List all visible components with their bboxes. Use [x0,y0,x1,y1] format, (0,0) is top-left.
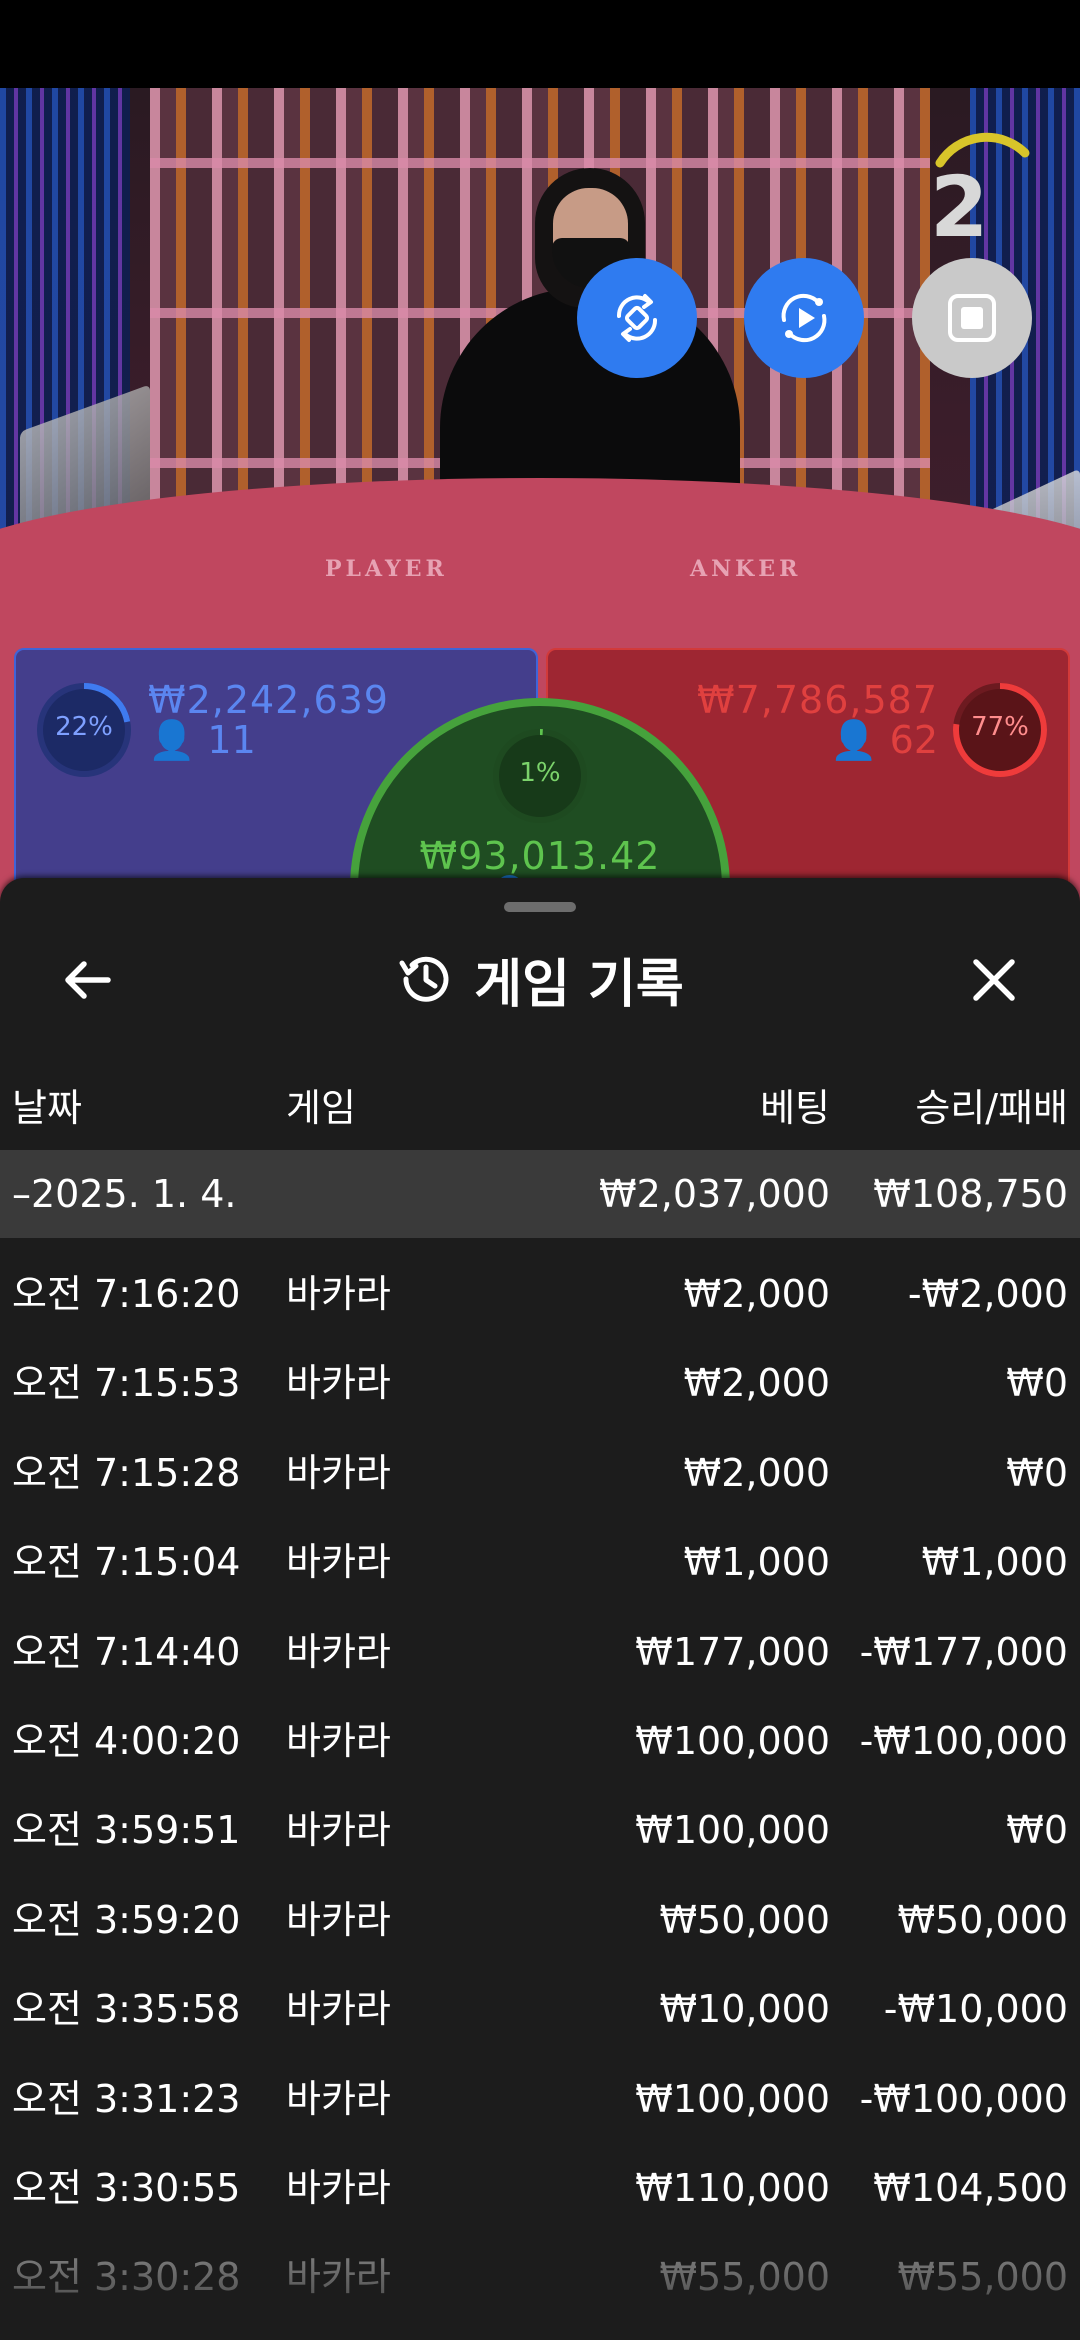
player-bettor-count-value: 11 [207,718,256,762]
row-time: 오전 7:15:04 [12,1540,241,1585]
sheet-drag-handle[interactable] [504,902,576,912]
row-time: 오전 3:30:28 [12,2255,241,2300]
row-result: ₩0 [1006,1361,1068,1406]
date-group-row[interactable]: –2025. 1. 4. ₩2,037,000 ₩108,750 [0,1150,1080,1238]
history-row[interactable]: 오전 4:00:20 바카라 ₩100,000 -₩100,000 [0,1697,1080,1786]
tie-percent: 1% [519,758,561,788]
row-result: ₩104,500 [873,2165,1068,2210]
replay-video-icon [781,293,827,343]
stop-video-button[interactable] [912,258,1032,378]
row-game: 바카라 [286,1808,391,1853]
history-row[interactable]: 오전 3:30:28 바카라 ₩55,000 ₩55,000 [0,2233,1080,2322]
row-bet: ₩10,000 [659,1987,830,2032]
group-bet-total: ₩2,037,000 [599,1172,830,1216]
live-video-stream[interactable]: PLAYER ANKER 2 22% ₩2,242,639 👤 11 ₩7,78… [0,88,1080,908]
player-bet-amount: ₩2,242,639 [148,678,389,722]
row-result: ₩55,000 [897,2255,1068,2300]
row-bet: ₩2,000 [683,1361,830,1406]
row-time: 오전 7:15:53 [12,1361,241,1406]
replay-video-button[interactable] [744,258,864,378]
close-icon [973,959,1015,1001]
group-result-total: ₩108,750 [873,1172,1068,1216]
banker-bettor-count: 👤 62 [830,718,938,763]
row-bet: ₩55,000 [659,2255,830,2300]
row-result: -₩177,000 [859,1629,1068,1674]
row-result: -₩100,000 [859,1718,1068,1763]
row-time: 오전 7:15:28 [12,1450,241,1495]
row-time: 오전 3:59:20 [12,1897,241,1942]
person-icon: 👤 [830,718,878,762]
row-game: 바카라 [286,1361,391,1406]
row-game: 바카라 [286,1450,391,1495]
row-bet: ₩50,000 [659,1897,830,1942]
row-time: 오전 3:59:51 [12,1808,241,1853]
history-row[interactable]: 오전 3:59:20 바카라 ₩50,000 ₩50,000 [0,1876,1080,1965]
tie-bet-amount: ₩93,013.42 [419,834,661,878]
close-button[interactable] [962,948,1026,1012]
row-result: ₩50,000 [897,1897,1068,1942]
table-label-player: PLAYER [325,556,448,582]
row-game: 바카라 [286,1897,391,1942]
row-result: -₩10,000 [883,1987,1068,2032]
row-time: 오전 3:31:23 [12,2076,241,2121]
column-header-bet: 베팅 [760,1086,830,1130]
sheet-title: 게임 기록 [474,954,684,1015]
stop-icon [948,294,996,342]
status-bar [0,0,1080,88]
row-time: 오전 7:16:20 [12,1272,241,1316]
history-icon [399,956,449,1002]
row-bet: ₩100,000 [635,1718,830,1763]
row-game: 바카라 [286,2076,391,2121]
history-row[interactable]: 오전 7:15:53 바카라 ₩2,000 ₩0 [0,1339,1080,1428]
row-game: 바카라 [286,1718,391,1763]
row-game: 바카라 [286,2165,391,2210]
row-bet: ₩2,000 [683,1450,830,1495]
row-result: -₩2,000 [907,1272,1068,1316]
history-row[interactable]: 오전 3:59:51 바카라 ₩100,000 ₩0 [0,1786,1080,1875]
row-bet: ₩1,000 [683,1540,830,1585]
table-label-banker: ANKER [690,556,802,582]
person-icon: 👤 [148,718,196,762]
column-header-result: 승리/패배 [915,1086,1068,1130]
history-row[interactable]: 오전 3:30:55 바카라 ₩110,000 ₩104,500 [0,2144,1080,2233]
group-date: –2025. 1. 4. [12,1172,237,1216]
history-row[interactable]: 오전 7:15:04 바카라 ₩1,000 ₩1,000 [0,1518,1080,1607]
banker-bettor-count-value: 62 [889,718,938,762]
countdown-timer: 2 [930,158,989,256]
row-bet: ₩110,000 [635,2165,830,2210]
game-history-sheet: 게임 기록 날짜 게임 베팅 승리/패배 –2025. 1. 4. ₩2,037… [0,878,1080,2340]
player-bettor-count: 👤 11 [148,718,256,763]
row-bet: ₩2,000 [683,1272,830,1316]
row-result: -₩100,000 [859,2076,1068,2121]
history-row[interactable]: 오전 3:35:58 바카라 ₩10,000 -₩10,000 [0,1965,1080,2054]
row-bet: ₩100,000 [635,2076,830,2121]
column-header-date: 날짜 [12,1086,82,1130]
row-time: 오전 4:00:20 [12,1718,241,1763]
history-row[interactable]: 오전 7:16:20 바카라 ₩2,000 -₩2,000 [0,1250,1080,1339]
history-list: 오전 7:16:20 바카라 ₩2,000 -₩2,000 오전 7:15:53 바카라 ₩… [0,1250,1080,2323]
row-result: ₩0 [1006,1808,1068,1853]
row-game: 바카라 [286,1629,391,1674]
row-time: 오전 3:35:58 [12,1987,241,2032]
banker-bet-amount: ₩7,786,587 [697,678,938,722]
sheet-header: 게임 기록 [0,944,1080,1015]
column-header-game: 게임 [286,1086,356,1130]
banker-percent: 77% [971,712,1029,742]
row-game: 바카라 [286,2255,391,2300]
row-game: 바카라 [286,1987,391,2032]
history-row[interactable]: 오전 3:31:23 바카라 ₩100,000 -₩100,000 [0,2055,1080,2144]
row-bet: ₩100,000 [635,1808,830,1853]
history-row[interactable]: 오전 7:15:28 바카라 ₩2,000 ₩0 [0,1429,1080,1518]
row-time: 오전 3:30:55 [12,2165,241,2210]
row-time: 오전 7:14:40 [12,1629,241,1674]
row-bet: ₩177,000 [635,1629,830,1674]
row-game: 바카라 [286,1272,391,1316]
rotate-camera-icon [616,294,658,342]
player-percent: 22% [55,712,113,742]
row-result: ₩0 [1006,1450,1068,1495]
row-game: 바카라 [286,1540,391,1585]
row-result: ₩1,000 [921,1540,1068,1585]
rotate-camera-button[interactable] [577,258,697,378]
history-row[interactable]: 오전 7:14:40 바카라 ₩177,000 -₩177,000 [0,1608,1080,1697]
